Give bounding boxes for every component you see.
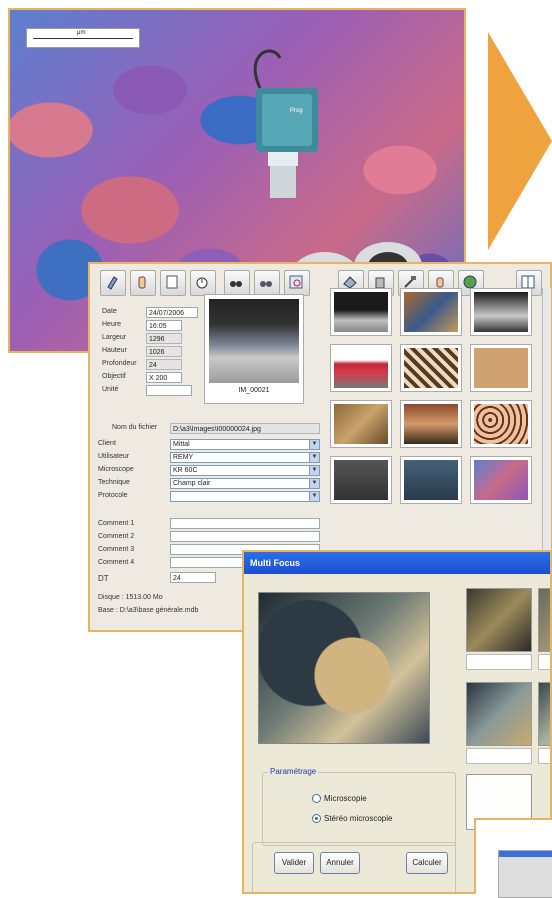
- chevron-down-icon[interactable]: ▼: [309, 453, 319, 462]
- date-field[interactable]: 24/07/2006: [146, 307, 198, 318]
- protocole-select[interactable]: ▼: [170, 491, 320, 502]
- heure-label: Heure: [102, 321, 122, 328]
- comment2-field[interactable]: [170, 531, 320, 542]
- chevron-down-icon[interactable]: ▼: [309, 466, 319, 475]
- dt-label: DT: [98, 574, 109, 583]
- microscope-value: KR 60C: [173, 467, 198, 474]
- technique-value: Champ clair: [173, 480, 211, 487]
- hand-icon[interactable]: [130, 270, 156, 296]
- thumbnail-scrollbar[interactable]: [542, 288, 551, 556]
- preview-caption: IM_00021: [238, 387, 270, 394]
- thumbnail-grid: [330, 288, 542, 556]
- stopwatch-icon[interactable]: [190, 270, 216, 296]
- pencil-icon[interactable]: [100, 270, 126, 296]
- client-value: Mittal: [173, 441, 190, 448]
- profondeur-field: 24: [146, 359, 182, 370]
- objectif-label: Objectif: [102, 373, 126, 380]
- microscope-label: Microscope: [98, 466, 134, 473]
- utilisateur-value: REMY: [173, 454, 194, 461]
- option-stereo-label: Stéréo microscopie: [324, 814, 393, 823]
- chevron-down-icon[interactable]: ▼: [309, 492, 319, 501]
- secondary-window-fragment: [474, 818, 552, 898]
- valider-button[interactable]: Valider: [274, 852, 314, 874]
- chevron-down-icon[interactable]: ▼: [309, 479, 319, 488]
- comment3-label: Comment 3: [98, 546, 135, 553]
- hauteur-label: Hauteur: [102, 347, 127, 354]
- thumbnail-caption: [538, 748, 550, 764]
- comment1-label: Comment 1: [98, 520, 135, 527]
- objectif-field[interactable]: X 200: [146, 372, 182, 383]
- nom-fichier-label: Nom du fichier: [112, 424, 158, 431]
- scale-bar-label: μm: [77, 30, 86, 36]
- comment1-field[interactable]: [170, 518, 320, 529]
- thumbnail[interactable]: [470, 288, 532, 336]
- thumbnail[interactable]: [470, 400, 532, 448]
- option-microscopie-label: Microscopie: [324, 794, 367, 803]
- client-select[interactable]: Mittal ▼: [170, 439, 320, 450]
- largeur-label: Largeur: [102, 334, 127, 341]
- preview-image: [209, 299, 299, 383]
- microscope-select[interactable]: KR 60C ▼: [170, 465, 320, 476]
- source-thumbnail[interactable]: [466, 588, 532, 652]
- arrow-right-icon: [488, 32, 552, 250]
- dialog-title: Multi Focus: [244, 552, 550, 574]
- unite-label: Unité: [102, 386, 119, 393]
- thumbnail[interactable]: [330, 344, 392, 392]
- mini-window-thumbnail: [498, 850, 552, 898]
- unite-field[interactable]: [146, 385, 192, 396]
- focus-result-image: [258, 592, 430, 744]
- annuler-button[interactable]: Annuler: [320, 852, 360, 874]
- calculer-button[interactable]: Calculer: [406, 852, 448, 874]
- heure-field[interactable]: 16:05: [146, 320, 182, 331]
- thumbnail[interactable]: [330, 456, 392, 504]
- thumbnail[interactable]: [470, 344, 532, 392]
- binoculars-icon[interactable]: [224, 270, 250, 296]
- thumbnail[interactable]: [400, 400, 462, 448]
- source-thumbnail[interactable]: [538, 682, 550, 746]
- thumbnail-caption: [466, 654, 532, 670]
- hauteur-field: 1026: [146, 346, 182, 357]
- radio-microscopie[interactable]: [312, 794, 321, 803]
- utilisateur-label: Utilisateur: [98, 453, 130, 460]
- image-preview[interactable]: IM_00021: [204, 294, 304, 404]
- date-label: Date: [102, 308, 117, 315]
- largeur-field: 1296: [146, 333, 182, 344]
- binoculars-2-icon[interactable]: [254, 270, 280, 296]
- thumbnail-caption: [538, 654, 550, 670]
- camera-icon: Prog: [253, 49, 318, 198]
- thumbnail[interactable]: [400, 344, 462, 392]
- zoom-grid-icon[interactable]: [284, 270, 310, 296]
- comment4-label: Comment 4: [98, 559, 135, 566]
- source-thumbnail[interactable]: [538, 588, 550, 652]
- technique-label: Technique: [98, 479, 130, 486]
- protocole-label: Protocole: [98, 492, 128, 499]
- scale-bar: μm: [26, 28, 140, 48]
- profondeur-label: Profondeur: [102, 360, 137, 367]
- parametrage-group: [262, 772, 456, 846]
- radio-stereo-microscopie[interactable]: [312, 814, 321, 823]
- dt-field[interactable]: 24: [170, 572, 216, 583]
- client-label: Client: [98, 440, 116, 447]
- page-icon[interactable]: [160, 270, 186, 296]
- thumbnail[interactable]: [330, 288, 392, 336]
- nom-fichier-field: D:\a3\Images\I00000024.jpg: [170, 423, 320, 434]
- utilisateur-select[interactable]: REMY ▼: [170, 452, 320, 463]
- parametrage-label: Paramétrage: [268, 767, 319, 776]
- chevron-down-icon[interactable]: ▼: [309, 440, 319, 449]
- base-info: Base : D:\a3\base générale.mdb: [98, 607, 199, 614]
- comment2-label: Comment 2: [98, 533, 135, 540]
- technique-select[interactable]: Champ clair ▼: [170, 478, 320, 489]
- thumbnail[interactable]: [400, 288, 462, 336]
- thumbnail[interactable]: [470, 456, 532, 504]
- svg-text:Prog: Prog: [290, 108, 303, 114]
- disque-info: Disque : 1513.00 Mo: [98, 594, 163, 601]
- thumbnail[interactable]: [330, 400, 392, 448]
- source-thumbnail[interactable]: [466, 682, 532, 746]
- thumbnail[interactable]: [400, 456, 462, 504]
- thumbnail-caption: [466, 748, 532, 764]
